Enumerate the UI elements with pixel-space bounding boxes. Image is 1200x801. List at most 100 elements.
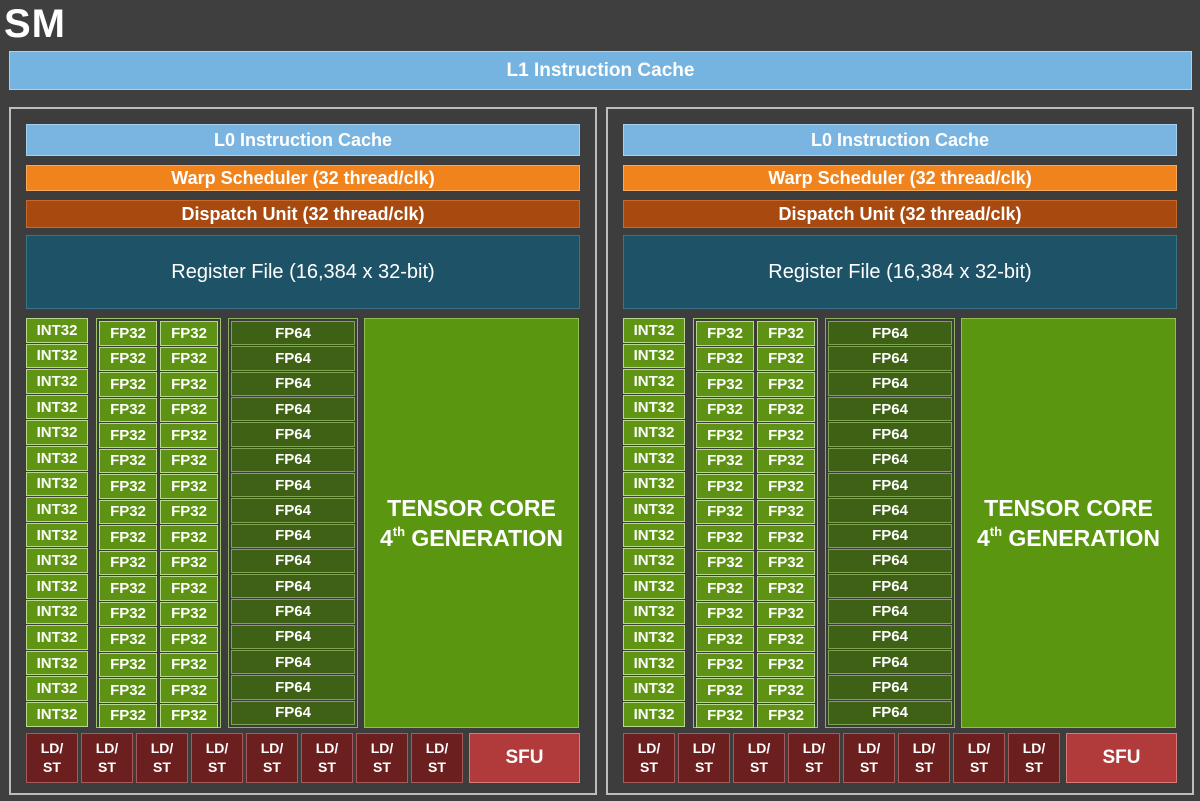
fp32-row: FP32 FP32 — [696, 652, 815, 677]
ld-st-unit: LD/ST — [733, 733, 785, 783]
int32-column: INT32 INT32 INT32 INT32 INT32 INT32 INT32 INT32… — [623, 318, 685, 728]
fp32-unit: FP32 — [160, 448, 218, 473]
int32-unit: INT32 — [623, 548, 685, 573]
tensor-core-gen-label: GENERATION — [405, 525, 564, 551]
fp32-unit: FP32 — [99, 703, 157, 728]
fp32-unit: FP32 — [757, 397, 815, 422]
ld-st-bottom: ST — [263, 759, 281, 775]
fp32-unit: FP32 — [99, 576, 157, 601]
fp64-column: FP64 FP64 FP64 FP64 FP64 FP64 FP64 FP64 FP64 FP64… — [228, 318, 358, 728]
fp32-unit: FP32 — [160, 499, 218, 524]
ld-st-bottom: ST — [970, 759, 988, 775]
tensor-core-gen-sup: th — [989, 524, 1003, 539]
ld-st-bottom: ST — [695, 759, 713, 775]
fp32-unit: FP32 — [757, 321, 815, 346]
fp32-unit: FP32 — [757, 550, 815, 575]
sm-title: SM — [4, 2, 66, 46]
fp64-unit: FP64 — [828, 675, 952, 700]
register-file: Register File (16,384 x 32-bit) — [26, 235, 580, 309]
fp32-unit: FP32 — [757, 703, 815, 728]
fp32-row: FP32 FP32 — [696, 703, 815, 728]
ld-st-top: LD/ — [315, 740, 339, 756]
int32-unit: INT32 — [623, 369, 685, 394]
fp32-unit: FP32 — [160, 397, 218, 422]
int32-unit: INT32 — [623, 625, 685, 650]
int32-unit: INT32 — [623, 318, 685, 343]
int32-unit: INT32 — [26, 318, 88, 343]
fp64-unit: FP64 — [828, 624, 952, 650]
fp64-unit: FP64 — [231, 523, 355, 548]
int32-unit: INT32 — [623, 676, 685, 701]
fp32-unit: FP32 — [696, 703, 754, 728]
ld-st-top: LD/ — [857, 740, 881, 756]
fp32-unit: FP32 — [757, 423, 815, 448]
fp32-unit: FP32 — [99, 678, 157, 703]
fp64-unit: FP64 — [828, 396, 952, 422]
fp32-row: FP32 FP32 — [696, 346, 815, 371]
fp64-unit: FP64 — [828, 472, 952, 498]
int32-column: INT32 INT32 INT32 INT32 INT32 INT32 INT32 INT32… — [26, 318, 88, 728]
fp32-unit: FP32 — [757, 525, 815, 550]
fp64-unit: FP64 — [231, 321, 355, 346]
fp32-unit: FP32 — [160, 652, 218, 677]
fp32-unit: FP32 — [160, 703, 218, 728]
fp32-row: FP32 FP32 — [696, 576, 815, 601]
fp32-unit: FP32 — [99, 423, 157, 448]
fp32-unit: FP32 — [757, 627, 815, 652]
warp-scheduler: Warp Scheduler (32 thread/clk) — [26, 165, 580, 191]
register-file: Register File (16,384 x 32-bit) — [623, 235, 1177, 309]
fp32-row: FP32 FP32 — [99, 321, 218, 346]
int32-unit: INT32 — [623, 394, 685, 420]
fp32-unit: FP32 — [757, 576, 815, 601]
ld-st-top: LD/ — [40, 740, 64, 756]
int32-unit: INT32 — [623, 420, 685, 445]
fp32-unit: FP32 — [696, 321, 754, 346]
int32-unit: INT32 — [26, 445, 88, 471]
fp32-unit: FP32 — [696, 678, 754, 703]
int32-unit: INT32 — [623, 701, 685, 727]
ld-st-unit: LD/ST — [1008, 733, 1060, 783]
ld-st-top: LD/ — [205, 740, 229, 756]
ld-st-bottom: ST — [1025, 759, 1043, 775]
fp32-unit: FP32 — [696, 346, 754, 371]
ld-st-top: LD/ — [692, 740, 716, 756]
dispatch-unit: Dispatch Unit (32 thread/clk) — [26, 200, 580, 228]
fp64-unit: FP64 — [231, 447, 355, 472]
tensor-core-line1: TENSOR CORE — [984, 495, 1153, 521]
fp32-unit: FP32 — [160, 678, 218, 703]
fp64-unit: FP64 — [828, 371, 952, 396]
int32-unit: INT32 — [623, 573, 685, 599]
fp64-unit: FP64 — [828, 346, 952, 371]
fp32-row: FP32 FP32 — [99, 601, 218, 626]
fp32-unit: FP32 — [757, 474, 815, 499]
l0-instruction-cache: L0 Instruction Cache — [623, 124, 1177, 156]
int32-unit: INT32 — [26, 343, 88, 369]
int32-unit: INT32 — [26, 497, 88, 522]
fp64-unit: FP64 — [828, 650, 952, 675]
fp64-unit: FP64 — [231, 422, 355, 447]
fp64-unit: FP64 — [231, 371, 355, 396]
fp32-row: FP32 FP32 — [99, 346, 218, 371]
ld-st-top: LD/ — [802, 740, 826, 756]
ld-st-unit: LD/ST — [26, 733, 78, 783]
fp32-unit: FP32 — [696, 627, 754, 652]
fp32-unit: FP32 — [696, 550, 754, 575]
fp64-unit: FP64 — [828, 548, 952, 574]
fp32-unit: FP32 — [160, 321, 218, 346]
fp64-unit: FP64 — [231, 346, 355, 371]
fp32-row: FP32 FP32 — [696, 678, 815, 703]
ld-st-unit: LD/ST — [898, 733, 950, 783]
fp64-unit: FP64 — [828, 422, 952, 447]
fp32-unit: FP32 — [696, 397, 754, 422]
int32-unit: INT32 — [26, 420, 88, 445]
ld-st-bottom: ST — [153, 759, 171, 775]
fp32-row: FP32 FP32 — [696, 397, 815, 422]
fp32-row: FP32 FP32 — [99, 423, 218, 448]
fp32-row: FP32 FP32 — [99, 576, 218, 601]
tensor-core-line2: 4th GENERATION — [380, 523, 563, 553]
fp32-row: FP32 FP32 — [99, 550, 218, 575]
fp32-row: FP32 FP32 — [696, 448, 815, 473]
int32-unit: INT32 — [26, 599, 88, 625]
fp32-row: FP32 FP32 — [696, 321, 815, 346]
ld-st-top: LD/ — [637, 740, 661, 756]
